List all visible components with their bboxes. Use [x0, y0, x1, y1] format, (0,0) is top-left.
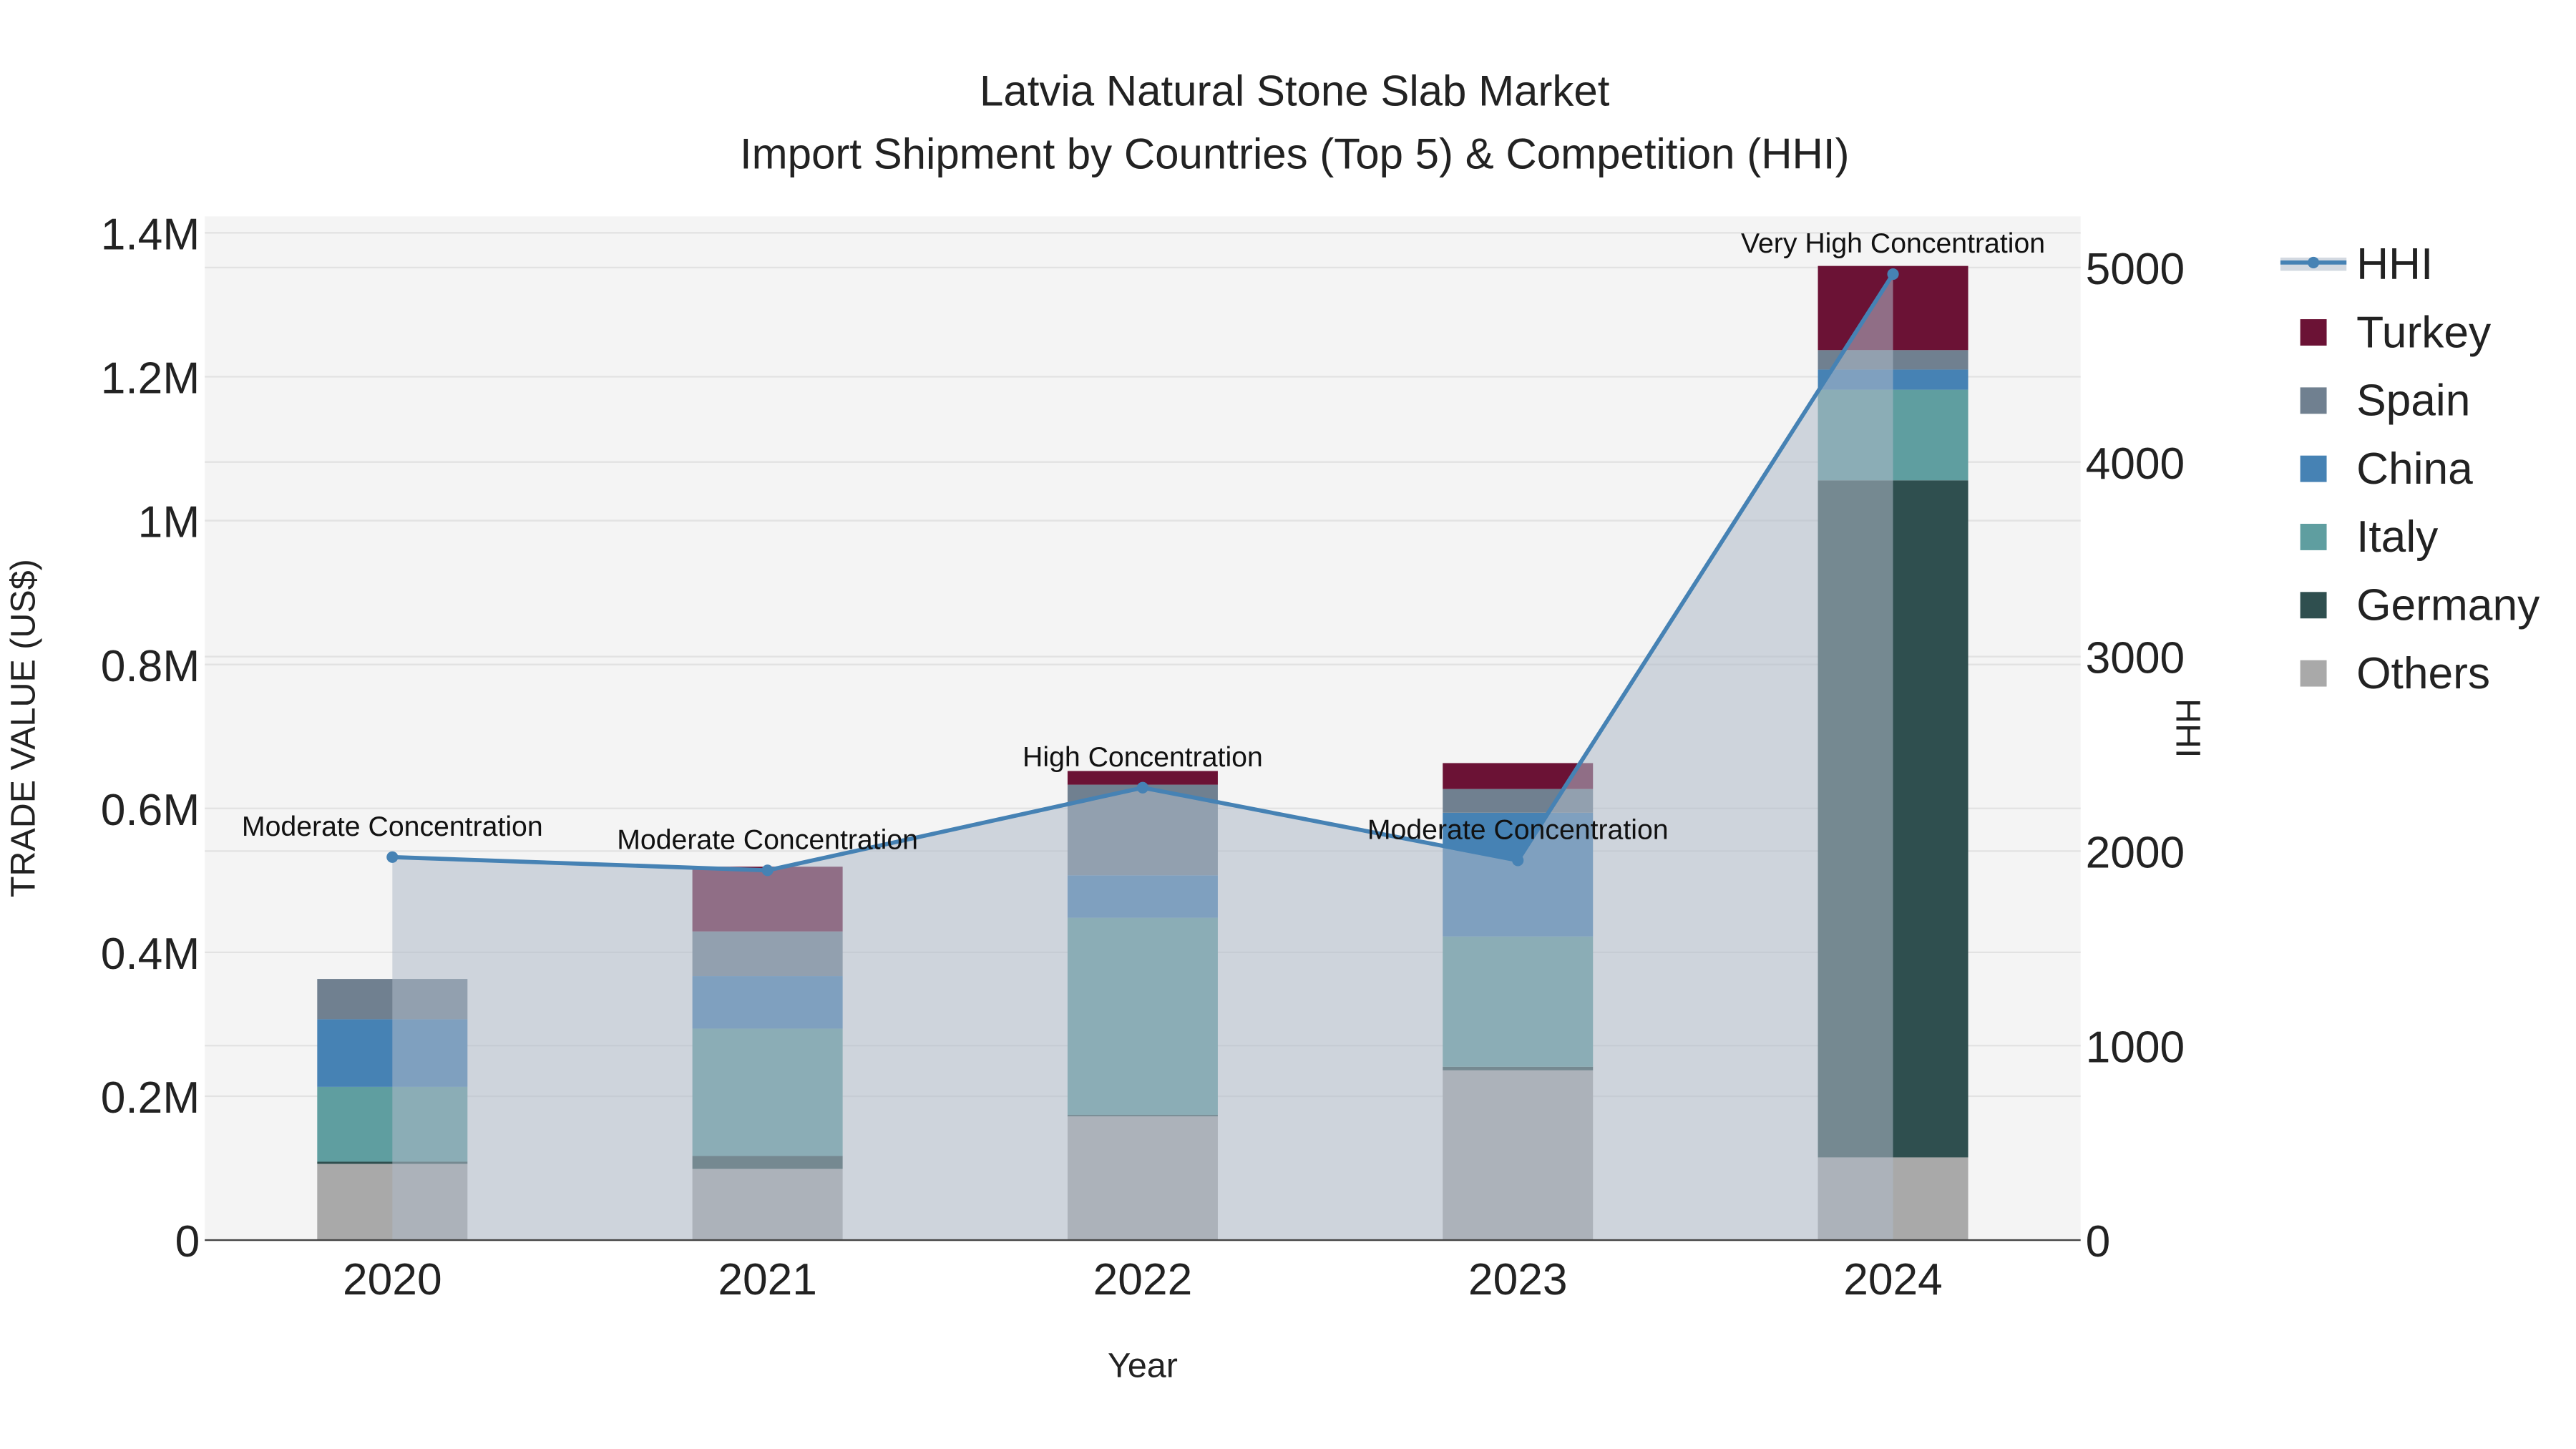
y-tick-label: 1.4M — [101, 210, 200, 259]
y2-tick-label: 3000 — [2086, 634, 2185, 683]
y-tick-label: 1.2M — [101, 354, 200, 404]
legend-swatch-turkey — [2300, 319, 2327, 346]
legend-label-spain: Spain — [2356, 376, 2470, 426]
y2-tick-label: 2000 — [2086, 828, 2185, 877]
x-axis-title: Year — [1108, 1347, 1178, 1385]
legend-label-hhi: HHI — [2356, 240, 2433, 289]
legend-swatch-germany — [2300, 592, 2327, 619]
y2-tick-label: 5000 — [2086, 245, 2185, 294]
hhi-annotation: Moderate Concentration — [1367, 814, 1669, 845]
hhi-point — [761, 864, 774, 877]
hhi-point — [1136, 781, 1148, 794]
y-tick-label: 1M — [138, 498, 200, 547]
y-tick-label: 0.6M — [101, 786, 200, 835]
hhi-point — [1887, 268, 1899, 280]
legend-marker — [2308, 256, 2320, 268]
legend-swatch-spain — [2300, 387, 2327, 414]
y-axis-title: TRADE VALUE (US$) — [4, 559, 42, 897]
y2-tick-label: 4000 — [2086, 439, 2185, 489]
chart-title: Latvia Natural Stone Slab Market — [980, 67, 1610, 115]
x-tick-label: 2021 — [718, 1255, 817, 1304]
hhi-annotation: Very High Concentration — [1741, 228, 2045, 259]
y2-tick-label: 0 — [2086, 1217, 2111, 1267]
legend-swatch-china — [2300, 455, 2327, 482]
y-tick-label: 0 — [175, 1217, 200, 1267]
legend-swatch-italy — [2300, 524, 2327, 550]
legend-label-china: China — [2356, 444, 2473, 494]
legend-label-others: Others — [2356, 649, 2490, 698]
legend-swatch-others — [2300, 660, 2327, 687]
legend-label-turkey: Turkey — [2356, 308, 2492, 357]
chart-subtitle: Import Shipment by Countries (Top 5) & C… — [740, 130, 1850, 177]
y-tick-label: 0.4M — [101, 930, 200, 979]
hhi-annotation: High Concentration — [1023, 741, 1263, 773]
x-tick-label: 2023 — [1468, 1255, 1568, 1304]
y-tick-label: 0.8M — [101, 642, 200, 691]
x-tick-label: 2024 — [1843, 1255, 1943, 1304]
y-tick-label: 0.2M — [101, 1073, 200, 1123]
hhi-annotation: Moderate Concentration — [617, 824, 918, 855]
legend-label-germany: Germany — [2356, 581, 2540, 630]
x-tick-label: 2020 — [343, 1255, 442, 1304]
hhi-point — [386, 851, 399, 863]
chart: Latvia Natural Stone Slab Market Import … — [4, 67, 2540, 1385]
y2-axis-title: HHI — [2169, 698, 2207, 758]
legend-label-italy: Italy — [2356, 512, 2439, 562]
x-tick-label: 2022 — [1093, 1255, 1193, 1304]
hhi-point — [1512, 854, 1524, 867]
hhi-annotation: Moderate Concentration — [242, 811, 543, 842]
y2-tick-label: 1000 — [2086, 1023, 2185, 1072]
